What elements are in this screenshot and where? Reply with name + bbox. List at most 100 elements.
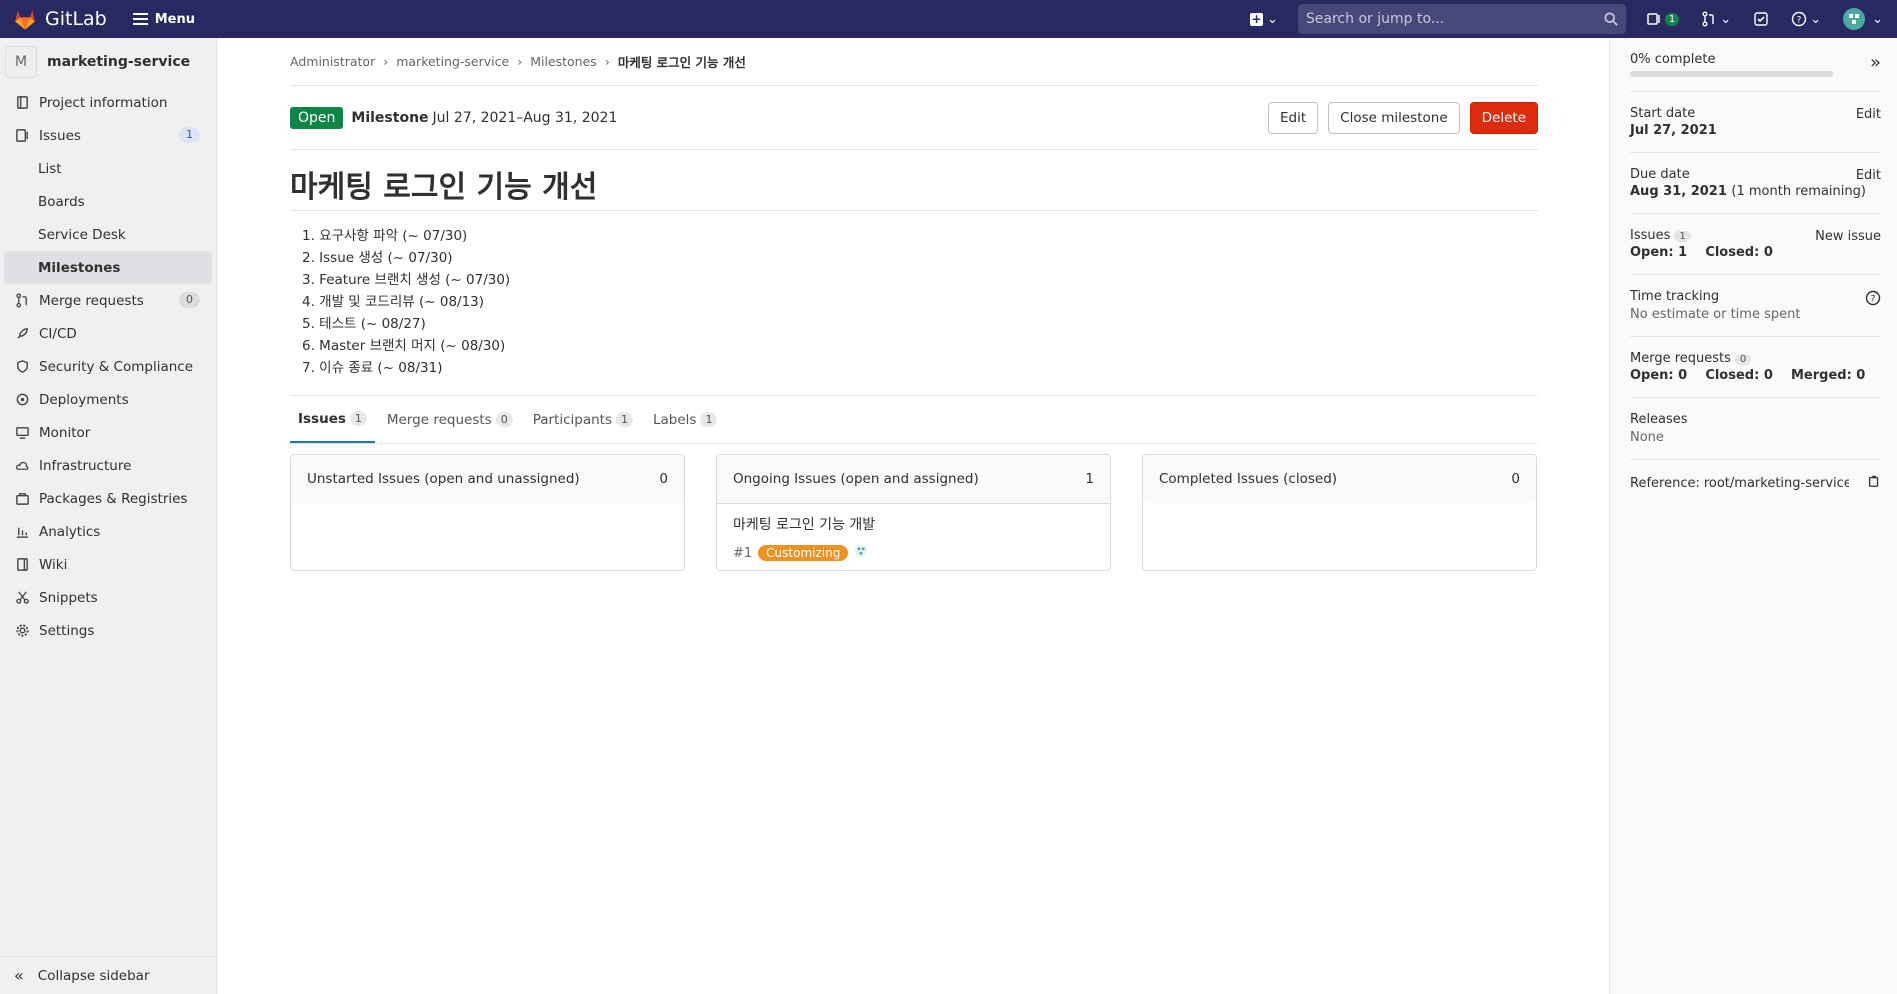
- copy-reference-icon[interactable]: [1867, 474, 1881, 492]
- sidebar-item-infrastructure[interactable]: Infrastructure: [0, 449, 216, 482]
- scissors-icon: [14, 590, 30, 606]
- page-title: 마케팅 로그인 기능 개선: [290, 162, 1538, 211]
- breadcrumb-current[interactable]: 마케팅 로그인 기능 개선: [618, 52, 746, 71]
- reference-value: root/marketing-service%: [1703, 475, 1849, 491]
- search-input[interactable]: Search or jump to...: [1297, 4, 1626, 34]
- tab-count: 1: [349, 411, 367, 426]
- sidebar-project-header[interactable]: M marketing-service: [0, 38, 216, 86]
- help-circle-icon[interactable]: ?: [1865, 290, 1881, 310]
- issues-count-badge: 1: [179, 127, 200, 143]
- sidebar-item-merge-requests[interactable]: Merge requests 0: [0, 284, 216, 317]
- rocket-icon: [14, 326, 30, 342]
- milestone-label: Milestone: [351, 109, 429, 126]
- issues-block: Issues 1 Open: 1 Closed: 0 New issue: [1630, 214, 1881, 275]
- sidebar-item-snippets[interactable]: Snippets: [0, 581, 216, 614]
- sidebar-subitem-list[interactable]: List: [0, 152, 216, 185]
- user-menu-button[interactable]: ⌄: [1843, 8, 1883, 30]
- sidebar-item-label: Wiki: [39, 556, 68, 573]
- issue-title[interactable]: 마케팅 로그인 기능 개발: [733, 514, 1094, 534]
- shield-icon: [14, 359, 30, 375]
- start-date-block: Start date Jul 27, 2021 Edit: [1630, 92, 1881, 153]
- board-header: Completed Issues (closed) 0: [1143, 455, 1536, 503]
- sidebar-item-label: Project information: [39, 94, 168, 111]
- board-title: Completed Issues (closed): [1159, 471, 1338, 487]
- board-unstarted: Unstarted Issues (open and unassigned) 0: [290, 454, 685, 571]
- releases-label: Releases: [1630, 412, 1688, 427]
- new-issue-link[interactable]: New issue: [1815, 229, 1881, 244]
- sidebar-item-project-information[interactable]: Project information: [0, 86, 216, 119]
- description-line: 4. 개발 및 코드리뷰 (~ 08/13): [302, 294, 485, 310]
- tab-label: Labels: [653, 411, 697, 428]
- new-dropdown-button[interactable]: + ⌄: [1250, 12, 1278, 27]
- issue-label[interactable]: Customizing: [758, 545, 849, 561]
- sidebar-item-label: Issues: [39, 127, 81, 144]
- help-nav-button[interactable]: ? ⌄: [1791, 11, 1821, 27]
- issue-card[interactable]: 마케팅 로그인 기능 개발 #1 Customizing: [717, 503, 1110, 570]
- issues-icon: [1647, 13, 1660, 25]
- issues-open: Open: 1: [1630, 245, 1688, 260]
- deployments-icon: [14, 392, 30, 408]
- milestone-sidebar: 0% complete » Start date Jul 27, 2021 Ed…: [1609, 38, 1897, 994]
- svg-text:?: ?: [1871, 295, 1876, 305]
- tab-merge-requests[interactable]: Merge requests 0: [379, 396, 521, 443]
- sidebar-item-cicd[interactable]: CI/CD: [0, 317, 216, 350]
- assignee-avatar-icon[interactable]: [854, 544, 868, 562]
- breadcrumb-administrator[interactable]: Administrator: [290, 54, 375, 69]
- edit-start-date-button[interactable]: Edit: [1856, 107, 1881, 122]
- tab-label: Merge requests: [386, 411, 492, 428]
- collapse-sidebar-label: Collapse sidebar: [37, 967, 150, 984]
- tab-labels[interactable]: Labels 1: [645, 396, 725, 443]
- sidebar-subitem-service-desk[interactable]: Service Desk: [0, 218, 216, 251]
- close-milestone-button[interactable]: Close milestone: [1328, 101, 1460, 134]
- sidebar-item-analytics[interactable]: Analytics: [0, 515, 216, 548]
- menu-button[interactable]: Menu: [132, 12, 195, 27]
- edit-due-date-button[interactable]: Edit: [1856, 168, 1881, 183]
- merge-requests-block: Merge requests 0 Open: 0 Closed: 0 Merged…: [1630, 337, 1881, 398]
- status-badge: Open: [290, 106, 344, 129]
- collapse-right-sidebar-icon[interactable]: »: [1870, 52, 1881, 73]
- plus-icon: +: [1250, 12, 1263, 26]
- description-line: 2. Issue 생성 (~ 07/30): [302, 250, 453, 266]
- tab-issues[interactable]: Issues 1: [290, 396, 375, 443]
- user-avatar-icon: [1843, 8, 1866, 30]
- tab-participants[interactable]: Participants 1: [525, 396, 641, 443]
- sidebar-item-label: Packages & Registries: [39, 490, 188, 507]
- tab-count: 1: [700, 412, 718, 427]
- sidebar-item-issues[interactable]: Issues 1: [0, 119, 216, 152]
- sidebar-item-packages-registries[interactable]: Packages & Registries: [0, 482, 216, 515]
- sidebar-item-security-compliance[interactable]: Security & Compliance: [0, 350, 216, 383]
- issues-count: 1: [1674, 231, 1691, 242]
- sidebar-item-label: Infrastructure: [39, 457, 132, 474]
- mr-closed: Closed: 0: [1705, 368, 1773, 383]
- merge-requests-nav-button[interactable]: ⌄: [1701, 11, 1731, 27]
- edit-button[interactable]: Edit: [1268, 101, 1319, 134]
- sidebar-item-monitor[interactable]: Monitor: [0, 416, 216, 449]
- breadcrumb-project[interactable]: marketing-service: [396, 54, 509, 69]
- sidebar-item-label: Deployments: [39, 391, 129, 408]
- sidebar-subitem-milestones[interactable]: Milestones: [4, 251, 212, 284]
- sidebar-item-wiki[interactable]: Wiki: [0, 548, 216, 581]
- sidebar-item-deployments[interactable]: Deployments: [0, 383, 216, 416]
- project-avatar: M: [5, 46, 37, 78]
- chart-icon: [14, 524, 30, 540]
- due-date-remaining: (1 month remaining): [1731, 184, 1866, 199]
- due-date-label: Due date: [1630, 167, 1690, 182]
- delete-button[interactable]: Delete: [1469, 101, 1538, 134]
- board-ongoing: Ongoing Issues (open and assigned) 1 마케팅…: [716, 454, 1111, 571]
- book-icon: [14, 557, 30, 573]
- sidebar-item-settings[interactable]: Settings: [0, 614, 216, 647]
- monitor-icon: [14, 425, 30, 441]
- hamburger-icon: [132, 13, 148, 25]
- tab-label: Participants: [532, 411, 613, 428]
- todos-nav-button[interactable]: [1753, 11, 1769, 27]
- milestone-description: 1. 요구사항 파악 (~ 07/30) 2. Issue 생성 (~ 07/3…: [290, 211, 1538, 396]
- sidebar-subitem-boards[interactable]: Boards: [0, 185, 216, 218]
- breadcrumb-milestones[interactable]: Milestones: [530, 54, 597, 69]
- sidebar-item-label: Security & Compliance: [39, 358, 194, 375]
- board-title: Ongoing Issues (open and assigned): [733, 471, 979, 487]
- issues-icon: [14, 128, 30, 144]
- collapse-sidebar-button[interactable]: « Collapse sidebar: [0, 956, 217, 994]
- gitlab-logo[interactable]: GitLab: [12, 6, 107, 32]
- issues-nav-button[interactable]: 1: [1646, 11, 1680, 27]
- merge-request-icon: [1702, 11, 1714, 27]
